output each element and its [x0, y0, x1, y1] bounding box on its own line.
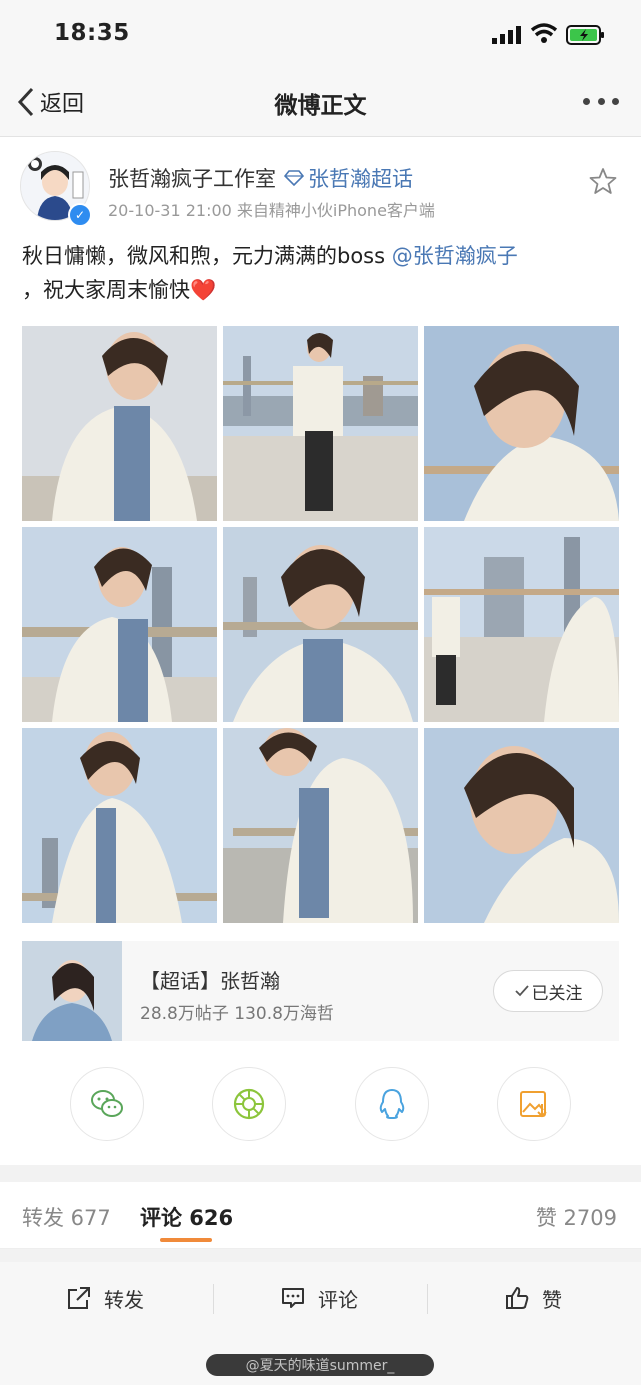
mention-link[interactable]: @张哲瀚疯子	[392, 244, 518, 268]
more-dot-icon	[597, 98, 605, 105]
like-label: 赞	[542, 1287, 562, 1312]
author-line: 张哲瀚疯子工作室 张哲瀚超话	[108, 163, 413, 193]
watermark: @夏天的味道summer_	[206, 1354, 434, 1376]
tab-comment[interactable]: 评论 626	[140, 1202, 233, 1232]
more-dot-icon	[612, 98, 619, 105]
interaction-tabs: 转发 677 评论 626 赞 2709	[0, 1182, 641, 1249]
divider	[213, 1284, 214, 1314]
follow-button[interactable]: 已关注	[493, 970, 603, 1012]
more-button[interactable]	[583, 98, 619, 108]
verified-badge-icon: ✓	[68, 203, 92, 227]
active-tab-indicator	[160, 1238, 212, 1242]
photo-thumbnail[interactable]	[424, 527, 619, 722]
wifi-icon	[530, 23, 558, 43]
qq-icon	[379, 1089, 405, 1119]
post-text: 秋日慵懒，微风和煦，元力满满的boss @张哲瀚疯子 ，祝大家周末愉快❤️	[22, 239, 622, 307]
like-button[interactable]: 赞	[504, 1278, 562, 1318]
page-title: 微博正文	[274, 93, 367, 119]
share-qq-button[interactable]	[355, 1067, 429, 1141]
signal-icon	[492, 26, 521, 44]
nav-bar: 返回 微博正文	[0, 70, 641, 137]
photo-thumbnail[interactable]	[22, 527, 217, 722]
post-text-tail: ，祝大家周末愉快	[22, 278, 190, 302]
share-moments-button[interactable]	[212, 1067, 286, 1141]
photo-thumbnail[interactable]	[223, 326, 418, 521]
photo-thumbnail[interactable]	[22, 728, 217, 923]
topic-tag[interactable]: 张哲瀚超话	[284, 163, 413, 193]
tab-repost[interactable]: 转发 677	[22, 1202, 111, 1232]
status-time: 18:35	[54, 20, 130, 46]
photo-thumbnail[interactable]	[424, 728, 619, 923]
share-save-image-button[interactable]	[497, 1067, 571, 1141]
comment-button[interactable]: 评论	[280, 1278, 358, 1318]
repost-label: 转发	[104, 1287, 144, 1312]
post-card: ✓ 张哲瀚疯子工作室 张哲瀚超话 20-10-31 21:00 来自精神小伙iP…	[0, 137, 641, 1165]
share-wechat-button[interactable]	[70, 1067, 144, 1141]
diamond-icon	[284, 170, 304, 186]
more-dot-icon	[583, 98, 590, 105]
repost-icon	[68, 1287, 90, 1309]
topic-name: 【超话】张哲瀚	[140, 969, 280, 993]
photo-thumbnail[interactable]	[424, 326, 619, 521]
star-icon[interactable]	[589, 167, 617, 195]
photo-grid	[22, 326, 619, 923]
author-name[interactable]: 张哲瀚疯子工作室	[108, 163, 276, 193]
heart-emoji: ❤️	[190, 278, 217, 302]
save-image-icon	[520, 1091, 547, 1118]
photo-thumbnail[interactable]	[22, 326, 217, 521]
repost-button[interactable]: 转发	[66, 1278, 144, 1318]
wechat-icon	[91, 1090, 123, 1117]
photo-thumbnail[interactable]	[223, 527, 418, 722]
bottom-action-bar: 转发 评论 赞 @夏天的味道summer_	[0, 1262, 641, 1385]
check-icon	[514, 985, 529, 997]
comment-icon	[282, 1288, 304, 1308]
follow-label: 已关注	[531, 983, 583, 1004]
topic-tag-label: 张哲瀚超话	[308, 167, 413, 191]
photo-thumbnail[interactable]	[223, 728, 418, 923]
topic-thumbnail	[22, 941, 122, 1041]
moments-icon	[233, 1088, 265, 1120]
post-text-main: 秋日慵懒，微风和煦，元力满满的boss	[22, 244, 392, 268]
battery-icon	[566, 25, 604, 45]
status-bar: 18:35	[0, 0, 641, 70]
thumbs-up-icon	[506, 1287, 529, 1309]
post-meta: 20-10-31 21:00 来自精神小伙iPhone客户端	[108, 201, 435, 220]
topic-stats: 28.8万帖子 130.8万海哲	[140, 1004, 334, 1024]
tab-like[interactable]: 赞 2709	[536, 1202, 617, 1232]
comment-label: 评论	[318, 1287, 358, 1312]
super-topic-card[interactable]: 【超话】张哲瀚 28.8万帖子 130.8万海哲 已关注	[22, 941, 619, 1041]
divider	[427, 1284, 428, 1314]
